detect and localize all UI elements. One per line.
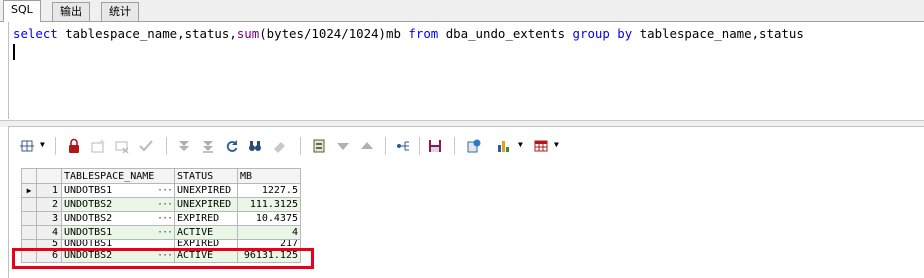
- cell-mb[interactable]: 1227.5: [237, 183, 301, 198]
- row-number: 3: [36, 211, 62, 226]
- sql-token: sum: [236, 26, 260, 41]
- cell-mb[interactable]: 10.4375: [237, 211, 301, 226]
- grid-toolbar: ▼ ▼ ▼: [9, 133, 924, 159]
- result-grid: TABLESPACE_NAME STATUS MB ▶ 1 UNDOTBS1 ··…: [21, 168, 301, 263]
- toolbar-separator: [419, 137, 420, 155]
- grid-layout-icon[interactable]: [17, 136, 37, 156]
- table-view-icon[interactable]: [531, 136, 551, 156]
- tab-strip: SQL 输出 统计: [0, 0, 924, 22]
- cell-edit-button[interactable]: ···: [157, 185, 173, 196]
- row-number: 2: [36, 197, 62, 212]
- sql-token: tablespace_name,status,: [57, 26, 237, 41]
- column-header[interactable]: MB: [237, 168, 301, 184]
- table-row[interactable]: 2 UNDOTBS2 ··· UNEXPIRED 111.3125: [21, 197, 301, 212]
- cell-edit-button[interactable]: ···: [157, 250, 173, 261]
- sql-token: (bytes/1024/1024)mb: [259, 26, 409, 41]
- cell-text: UNDOTBS1: [64, 239, 113, 249]
- row-indicator: [21, 197, 37, 212]
- column-header[interactable]: TABLESPACE_NAME: [61, 168, 175, 184]
- table-row[interactable]: 3 UNDOTBS2 ··· EXPIRED 10.4375: [21, 211, 301, 226]
- sort-asc-icon[interactable]: [357, 136, 377, 156]
- cell-edit-button[interactable]: ···: [157, 199, 173, 210]
- cell-text: UNDOTBS2: [64, 250, 113, 261]
- refresh-icon[interactable]: [222, 136, 242, 156]
- cell-status[interactable]: EXPIRED: [174, 211, 238, 226]
- cell-tablespace-name[interactable]: UNDOTBS1 ···: [61, 225, 175, 240]
- row-number: 5: [36, 239, 62, 249]
- row-number: 1: [36, 183, 62, 198]
- cell-status[interactable]: UNEXPIRED: [174, 183, 238, 198]
- cell-text: UNDOTBS1: [64, 227, 113, 238]
- sql-token: group by: [572, 26, 633, 41]
- cell-status[interactable]: ACTIVE: [174, 248, 238, 263]
- clear-icon[interactable]: [269, 136, 289, 156]
- row-number: 6: [36, 248, 62, 263]
- column-header[interactable]: STATUS: [174, 168, 238, 184]
- post-check-icon[interactable]: [136, 136, 156, 156]
- cell-tablespace-name[interactable]: UNDOTBS2 ···: [61, 211, 175, 226]
- cell-edit-button[interactable]: ···: [157, 227, 173, 238]
- chart-icon[interactable]: [494, 136, 514, 156]
- add-row-icon[interactable]: [88, 136, 108, 156]
- text-caret: [13, 44, 15, 60]
- export-icon[interactable]: [393, 136, 413, 156]
- row-indicator: [21, 211, 37, 226]
- sql-token: tablespace_name,status: [632, 26, 804, 41]
- cell-mb[interactable]: 4: [237, 225, 301, 240]
- single-record-view-icon[interactable]: [309, 136, 329, 156]
- chevron-down-icon[interactable]: ▼: [40, 140, 45, 149]
- find-icon[interactable]: [245, 136, 265, 156]
- chevron-down-icon[interactable]: ▼: [518, 140, 523, 149]
- table-row[interactable]: 4 UNDOTBS1 ··· ACTIVE 4: [21, 225, 301, 240]
- sql-text[interactable]: select tablespace_name,status,sum(bytes/…: [13, 26, 804, 42]
- cell-mb[interactable]: 111.3125: [237, 197, 301, 212]
- row-indicator: [21, 248, 37, 263]
- toolbar-separator: [300, 137, 301, 155]
- table-row[interactable]: ▶ 1 UNDOTBS1 ··· UNEXPIRED 1227.5: [21, 183, 301, 198]
- query-icon[interactable]: [464, 136, 484, 156]
- lock-icon[interactable]: [64, 136, 84, 156]
- table-row[interactable]: 5 UNDOTBS1 EXPIRED 217: [21, 239, 301, 249]
- tab-output[interactable]: 输出: [52, 2, 90, 21]
- sql-editor[interactable]: select tablespace_name,status,sum(bytes/…: [8, 22, 924, 119]
- sql-token: select: [13, 26, 58, 41]
- cell-status[interactable]: EXPIRED: [174, 239, 238, 249]
- cell-status[interactable]: UNEXPIRED: [174, 197, 238, 212]
- toolbar-separator: [385, 137, 386, 155]
- cell-edit-button[interactable]: ···: [157, 213, 173, 224]
- toolbar-separator: [55, 137, 56, 155]
- last-record-icon[interactable]: [198, 136, 218, 156]
- row-indicator: [21, 225, 37, 240]
- save-icon[interactable]: [425, 136, 445, 156]
- cell-tablespace-name[interactable]: UNDOTBS1: [61, 239, 175, 249]
- tab-statistics[interactable]: 统计: [101, 2, 139, 21]
- grid-header-row: TABLESPACE_NAME STATUS MB: [21, 168, 301, 184]
- sql-token: dba_undo_extents: [438, 26, 573, 41]
- delete-row-icon[interactable]: [112, 136, 132, 156]
- toolbar-separator: [166, 137, 167, 155]
- toolbar-separator: [454, 137, 455, 155]
- sort-desc-icon[interactable]: [333, 136, 353, 156]
- cell-tablespace-name[interactable]: UNDOTBS2 ···: [61, 248, 175, 263]
- cell-text: UNDOTBS1: [64, 185, 113, 196]
- cell-mb[interactable]: 96131.125: [237, 248, 301, 263]
- cell-text: UNDOTBS2: [64, 213, 113, 224]
- table-row[interactable]: 6 UNDOTBS2 ··· ACTIVE 96131.125: [21, 248, 301, 263]
- row-indicator: [21, 239, 37, 249]
- first-record-icon[interactable]: [174, 136, 194, 156]
- cell-status[interactable]: ACTIVE: [174, 225, 238, 240]
- tab-sql[interactable]: SQL: [3, 0, 41, 22]
- row-number-header: [36, 168, 62, 184]
- cell-text: UNDOTBS2: [64, 199, 113, 210]
- cell-mb[interactable]: 217: [237, 239, 301, 249]
- row-number: 4: [36, 225, 62, 240]
- sql-token: from: [408, 26, 439, 41]
- current-row-indicator: ▶: [21, 183, 37, 198]
- indicator-header: [21, 168, 37, 184]
- cell-tablespace-name[interactable]: UNDOTBS2 ···: [61, 197, 175, 212]
- result-pane: ▼ ▼ ▼ TABLESPACE_NAME STATUS MB ▶ 1 UNDO…: [8, 126, 924, 278]
- chevron-down-icon[interactable]: ▼: [554, 140, 559, 149]
- cell-tablespace-name[interactable]: UNDOTBS1 ···: [61, 183, 175, 198]
